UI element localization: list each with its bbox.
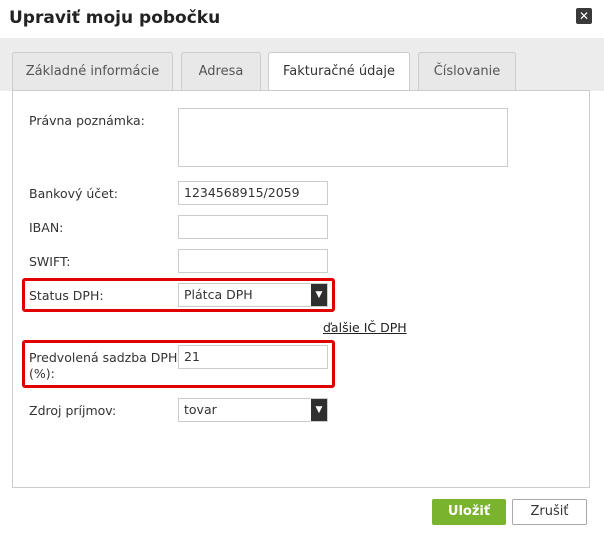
swift-label: SWIFT:	[29, 254, 71, 269]
iban-label: IBAN:	[29, 220, 64, 235]
income-source-label: Zdroj príjmov:	[29, 403, 117, 418]
iban-input[interactable]	[178, 215, 328, 239]
legal-note-label: Právna poznámka:	[29, 113, 145, 128]
vat-status-label: Status DPH:	[29, 288, 104, 303]
cancel-button[interactable]: Zrušiť	[512, 499, 587, 525]
tab-bar: Základné informácie Adresa Fakturačné úd…	[0, 38, 604, 92]
tab-numbering[interactable]: Číslovanie	[418, 52, 516, 90]
bank-account-input[interactable]: 1234568915/2059	[178, 181, 328, 205]
tab-address[interactable]: Adresa	[181, 52, 261, 90]
billing-panel: Právna poznámka: Bankový účet: 123456891…	[12, 90, 590, 488]
bank-account-label: Bankový účet:	[29, 186, 118, 201]
swift-input[interactable]	[178, 249, 328, 273]
more-vat-ids-link[interactable]: ďalšie IČ DPH	[323, 320, 407, 335]
vat-rate-label: Predvolená sadzba DPH (%):	[29, 350, 178, 381]
chevron-down-icon: ▼	[311, 284, 327, 306]
dialog-title: Upraviť moju pobočku	[9, 8, 221, 28]
dialog-titlebar: Upraviť moju pobočku ✕	[0, 0, 604, 38]
vat-status-value: Plátca DPH	[184, 287, 253, 302]
tab-basic-info[interactable]: Základné informácie	[12, 52, 173, 90]
vat-status-select[interactable]: Plátca DPH ▼	[178, 283, 328, 307]
tab-billing[interactable]: Fakturačné údaje	[268, 52, 410, 92]
vat-rate-input[interactable]: 21	[178, 345, 328, 369]
edit-branch-dialog: Upraviť moju pobočku ✕ Základné informác…	[0, 0, 604, 535]
chevron-down-icon: ▼	[311, 399, 327, 421]
save-button[interactable]: Uložiť	[432, 499, 506, 525]
income-source-value: tovar	[184, 402, 217, 417]
income-source-select[interactable]: tovar ▼	[178, 398, 328, 422]
legal-note-textarea[interactable]	[178, 108, 508, 167]
close-icon[interactable]: ✕	[576, 8, 592, 24]
